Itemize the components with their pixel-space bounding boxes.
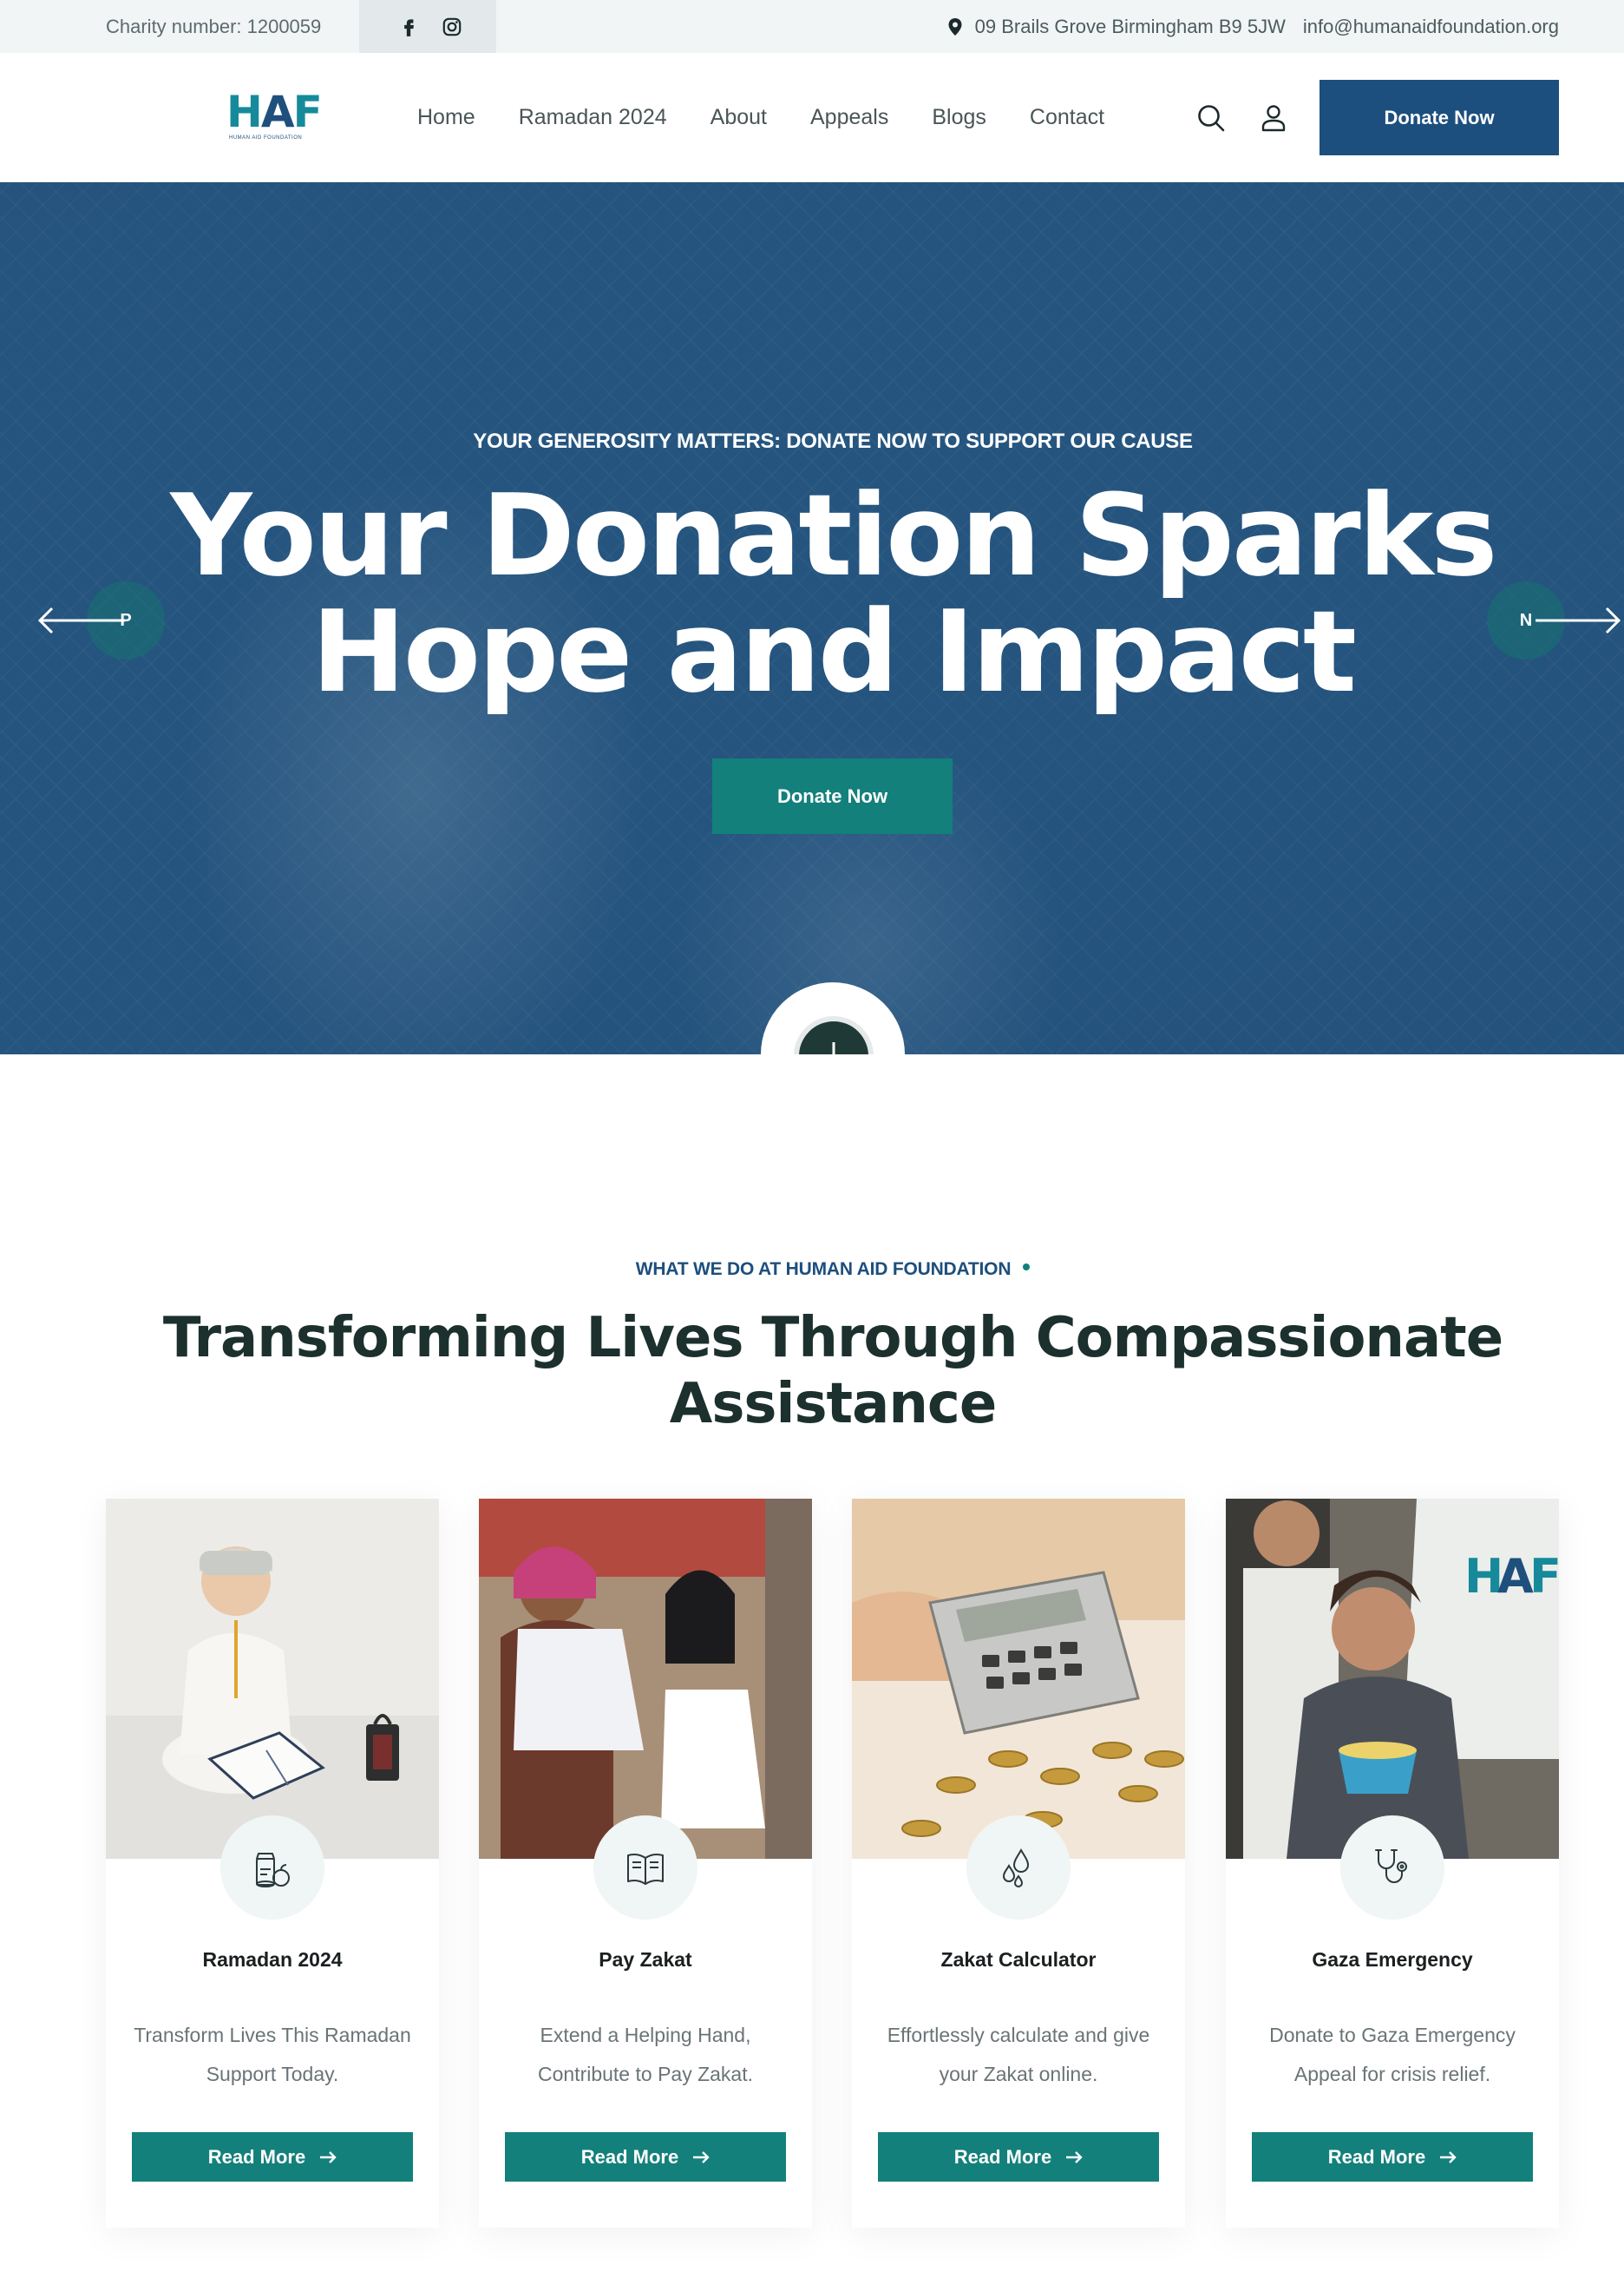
site-header: HAF HUMAN AID FOUNDATION Home Ramadan 20… bbox=[0, 53, 1624, 182]
card-image: H A F bbox=[1226, 1499, 1559, 1859]
section-title: Transforming Lives Through Compassionate… bbox=[0, 1305, 1624, 1437]
logo[interactable]: HAF HUMAN AID FOUNDATION bbox=[226, 87, 323, 145]
user-icon[interactable] bbox=[1258, 102, 1289, 134]
nav-ramadan-2024[interactable]: Ramadan 2024 bbox=[519, 105, 667, 130]
logo-mark: HAF bbox=[226, 87, 323, 137]
read-more-button[interactable]: Read More bbox=[878, 2132, 1159, 2182]
read-more-button[interactable]: Read More bbox=[1252, 2132, 1533, 2182]
card-image bbox=[106, 1499, 439, 1859]
card-title: Ramadan 2024 bbox=[202, 1948, 343, 1971]
vest-logo: H A F bbox=[1464, 1549, 1559, 1604]
read-more-button[interactable]: Read More bbox=[132, 2132, 413, 2182]
hero-donate-button[interactable]: Donate Now bbox=[712, 758, 953, 834]
arrow-down-icon bbox=[832, 1042, 835, 1054]
card-badge bbox=[593, 1815, 697, 1920]
card-zakat-calculator: Zakat Calculator Effortlessly calculate … bbox=[852, 1499, 1185, 2228]
child-reading-photo bbox=[106, 1499, 439, 1859]
nav-about[interactable]: About bbox=[710, 105, 767, 130]
drops-icon bbox=[1002, 1848, 1030, 1887]
nav-blogs[interactable]: Blogs bbox=[932, 105, 986, 130]
arrow-right-icon bbox=[320, 2150, 337, 2163]
hero-banner: YOUR GENEROSITY MATTERS: DONATE NOW TO S… bbox=[0, 182, 1624, 1054]
book-icon bbox=[627, 1854, 664, 1885]
address-text: 09 Brails Grove Birmingham B9 5JW bbox=[974, 15, 1286, 37]
contact-info: 09 Brails Grove Birmingham B9 5JW info@h… bbox=[947, 0, 1559, 53]
card-description: Transform Lives This Ramadan Support Tod… bbox=[134, 2024, 411, 2085]
stethoscope-icon bbox=[1375, 1849, 1407, 1883]
read-more-label: Read More bbox=[1327, 2145, 1426, 2168]
read-more-label: Read More bbox=[207, 2145, 306, 2168]
charity-number: Charity number: 1200059 bbox=[106, 16, 322, 37]
social-links bbox=[359, 0, 496, 53]
card-badge bbox=[220, 1815, 324, 1920]
card-pay-zakat: Pay Zakat Extend a Helping Hand, Contrib… bbox=[479, 1499, 812, 2228]
boy-holding-food-photo: H A F bbox=[1226, 1499, 1559, 1859]
food-basket-icon bbox=[256, 1853, 290, 1887]
nav-home[interactable]: Home bbox=[417, 105, 475, 130]
card-badge bbox=[966, 1815, 1071, 1920]
card-description: Extend a Helping Hand, Contribute to Pay… bbox=[537, 2024, 753, 2085]
cards-row: Ramadan 2024 Transform Lives This Ramada… bbox=[106, 1499, 1559, 2228]
card-title: Gaza Emergency bbox=[1312, 1948, 1473, 1971]
hero-title-line-1: Your Donation Sparks bbox=[170, 469, 1497, 601]
search-icon[interactable] bbox=[1195, 102, 1227, 134]
main-nav: Home Ramadan 2024 About Appeals Blogs Co… bbox=[417, 53, 1148, 182]
arrow-right-icon bbox=[1066, 2150, 1083, 2163]
arrow-right-icon bbox=[1440, 2150, 1457, 2163]
email-link[interactable]: info@humanaidfoundation.org bbox=[1303, 16, 1559, 38]
header-donate-button[interactable]: Donate Now bbox=[1320, 80, 1559, 155]
section-kicker-text: WHAT WE DO AT HUMAN AID FOUNDATION bbox=[635, 1259, 1012, 1279]
card-description: Effortlessly calculate and give your Zak… bbox=[887, 2024, 1150, 2085]
address: 09 Brails Grove Birmingham B9 5JW bbox=[947, 16, 1286, 38]
svg-text:A: A bbox=[1497, 1549, 1534, 1604]
card-description: Donate to Gaza Emergency Appeal for cris… bbox=[1269, 2024, 1516, 2085]
kicker-dot bbox=[1023, 1263, 1031, 1271]
next-label: N bbox=[1519, 610, 1533, 630]
section-title-line-2: Assistance bbox=[669, 1372, 997, 1436]
arrow-right-icon[interactable] bbox=[1536, 605, 1622, 636]
calculator-coins-photo bbox=[852, 1499, 1185, 1859]
card-gaza-emergency: H A F Gaza Emergency Donate to Gaza Emer… bbox=[1226, 1499, 1559, 2228]
top-bar: Charity number: 1200059 09 Brails Grove … bbox=[0, 0, 1624, 53]
card-image bbox=[852, 1499, 1185, 1859]
card-badge bbox=[1340, 1815, 1444, 1920]
read-more-label: Read More bbox=[580, 2145, 679, 2168]
svg-text:F: F bbox=[1529, 1549, 1559, 1604]
card-title: Zakat Calculator bbox=[940, 1948, 1097, 1971]
read-more-button[interactable]: Read More bbox=[505, 2132, 786, 2182]
nav-contact[interactable]: Contact bbox=[1030, 105, 1104, 130]
instagram-icon[interactable] bbox=[441, 16, 463, 38]
card-image bbox=[479, 1499, 812, 1859]
arrow-right-icon bbox=[693, 2150, 710, 2163]
card-title: Pay Zakat bbox=[599, 1948, 692, 1971]
arrow-left-icon[interactable] bbox=[36, 605, 127, 636]
hero-title: Your Donation Sparks Hope and Impact bbox=[0, 477, 1624, 710]
section-title-line-1: Transforming Lives Through Compassionate bbox=[162, 1306, 1503, 1370]
card-ramadan-2024: Ramadan 2024 Transform Lives This Ramada… bbox=[106, 1499, 439, 2228]
hero-kicker: YOUR GENEROSITY MATTERS: DONATE NOW TO S… bbox=[473, 430, 1193, 453]
hero-title-line-2: Hope and Impact bbox=[311, 586, 1357, 718]
logo-subtitle: HUMAN AID FOUNDATION bbox=[229, 135, 303, 141]
read-more-label: Read More bbox=[953, 2145, 1052, 2168]
section-kicker: WHAT WE DO AT HUMAN AID FOUNDATION bbox=[0, 1259, 1624, 1280]
children-holding-bags-photo bbox=[479, 1499, 812, 1859]
nav-appeals[interactable]: Appeals bbox=[810, 105, 888, 130]
facebook-icon[interactable] bbox=[397, 16, 420, 38]
location-pin-icon bbox=[948, 17, 962, 36]
